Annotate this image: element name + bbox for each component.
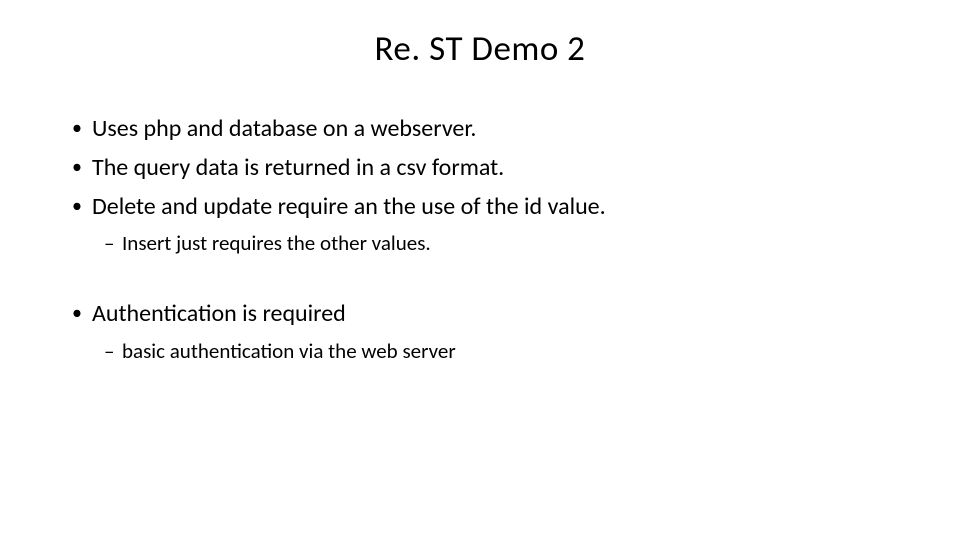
list-item-sub: – basic authentication via the web serve… xyxy=(104,336,890,366)
list-item: • Authentication is required xyxy=(70,297,890,332)
bullet-text: basic authentication via the web server xyxy=(122,336,890,366)
bullet-text: The query data is returned in a csv form… xyxy=(92,151,890,186)
dash-icon: – xyxy=(104,336,122,366)
bullet-text: Delete and update require an the use of … xyxy=(92,190,890,225)
spacer xyxy=(70,263,890,297)
list-item: • The query data is returned in a csv fo… xyxy=(70,151,890,186)
list-item-sub: – Insert just requires the other values. xyxy=(104,228,890,258)
slide-title: Re. ST Demo 2 xyxy=(70,28,890,70)
list-item: • Uses php and database on a webserver. xyxy=(70,112,890,147)
bullet-icon: • xyxy=(70,190,92,222)
bullet-text: Authentication is required xyxy=(92,297,890,332)
bullet-icon: • xyxy=(70,151,92,183)
bullet-text: Uses php and database on a webserver. xyxy=(92,112,890,147)
bullet-text: Insert just requires the other values. xyxy=(122,228,890,258)
dash-icon: – xyxy=(104,228,122,258)
slide-content: • Uses php and database on a webserver. … xyxy=(70,112,890,366)
bullet-icon: • xyxy=(70,112,92,144)
list-item: • Delete and update require an the use o… xyxy=(70,190,890,225)
bullet-icon: • xyxy=(70,297,92,329)
slide: Re. ST Demo 2 • Uses php and database on… xyxy=(0,0,960,540)
